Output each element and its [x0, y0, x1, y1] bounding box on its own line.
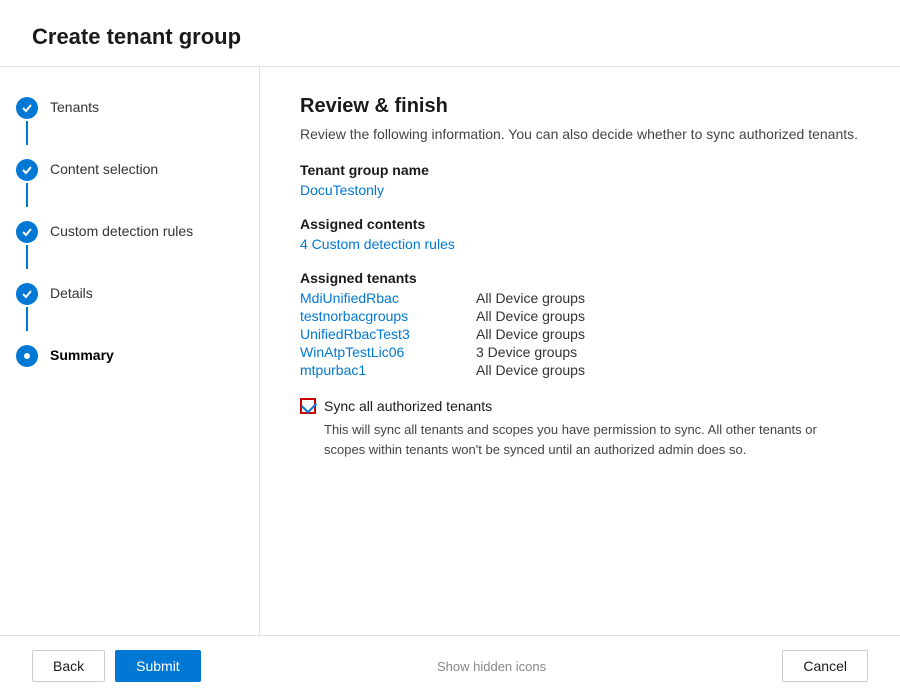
sidebar-item-custom-detection-rules[interactable]: Custom detection rules	[16, 215, 243, 277]
tenant-group-name-link[interactable]: DocuTestonly	[300, 182, 384, 198]
sidebar-label-summary: Summary	[50, 345, 114, 363]
sidebar-item-content-selection[interactable]: Content selection	[16, 153, 243, 215]
tenant-name-link[interactable]: testnorbacgroups	[300, 308, 460, 324]
sync-checkbox-description: This will sync all tenants and scopes yo…	[324, 420, 860, 459]
sidebar-item-tenants[interactable]: Tenants	[16, 91, 243, 153]
tenant-name-link[interactable]: mtpurbac1	[300, 362, 460, 378]
page-title: Create tenant group	[0, 0, 900, 67]
step-circle-content-selection	[16, 159, 38, 181]
review-description: Review the following information. You ca…	[300, 126, 860, 142]
sidebar-label-custom-detection-rules: Custom detection rules	[50, 221, 193, 239]
sync-checkbox-label: Sync all authorized tenants	[324, 398, 492, 414]
sidebar-item-details[interactable]: Details	[16, 277, 243, 339]
sidebar-item-summary[interactable]: Summary	[16, 339, 243, 373]
sidebar: Tenants Content selection	[0, 67, 260, 635]
tenant-groups: All Device groups	[476, 290, 585, 306]
assigned-contents-link[interactable]: 4 Custom detection rules	[300, 236, 455, 252]
tenant-name-link[interactable]: WinAtpTestLic06	[300, 344, 460, 360]
table-row: MdiUnifiedRbac All Device groups	[300, 290, 860, 306]
footer-left: Back Submit	[32, 650, 201, 682]
step-circle-custom-detection-rules	[16, 221, 38, 243]
tenant-name-link[interactable]: MdiUnifiedRbac	[300, 290, 460, 306]
tenant-groups: All Device groups	[476, 362, 585, 378]
tenants-table: MdiUnifiedRbacAll Device groupstestnorba…	[300, 290, 860, 378]
tenant-groups: 3 Device groups	[476, 344, 577, 360]
assigned-tenants-label: Assigned tenants	[300, 270, 860, 286]
tenant-groups: All Device groups	[476, 326, 585, 342]
sidebar-label-tenants: Tenants	[50, 97, 99, 115]
sidebar-label-details: Details	[50, 283, 93, 301]
tenant-groups: All Device groups	[476, 308, 585, 324]
tenant-name-link[interactable]: UnifiedRbacTest3	[300, 326, 460, 342]
right-panel: Review & finish Review the following inf…	[260, 67, 900, 635]
footer-right: Cancel	[782, 650, 868, 682]
table-row: testnorbacgroups All Device groups	[300, 308, 860, 324]
assigned-tenants-section: Assigned tenants MdiUnifiedRbac All Devic…	[300, 270, 860, 378]
step-circle-summary	[16, 345, 38, 367]
tenant-group-name-section: Tenant group name DocuTestonly	[300, 162, 860, 198]
sidebar-label-content-selection: Content selection	[50, 159, 158, 177]
sync-checkbox-section: Sync all authorized tenants This will sy…	[300, 398, 860, 459]
assigned-contents-label: Assigned contents	[300, 216, 860, 232]
review-title: Review & finish	[300, 95, 860, 118]
back-button[interactable]: Back	[32, 650, 105, 682]
step-circle-tenants	[16, 97, 38, 119]
table-row: mtpurbac1 All Device groups	[300, 362, 860, 378]
table-row: WinAtpTestLic06 3 Device groups	[300, 344, 860, 360]
footer: Back Submit Show hidden icons Cancel	[0, 635, 900, 696]
table-row: UnifiedRbacTest3 All Device groups	[300, 326, 860, 342]
submit-button[interactable]: Submit	[115, 650, 201, 682]
show-hidden-icons[interactable]: Show hidden icons	[437, 659, 546, 674]
cancel-button[interactable]: Cancel	[782, 650, 868, 682]
tenant-group-name-label: Tenant group name	[300, 162, 860, 178]
assigned-contents-section: Assigned contents 4 Custom detection rul…	[300, 216, 860, 252]
sync-checkbox[interactable]	[300, 398, 316, 414]
sync-checkbox-row[interactable]: Sync all authorized tenants	[300, 398, 860, 414]
step-circle-details	[16, 283, 38, 305]
